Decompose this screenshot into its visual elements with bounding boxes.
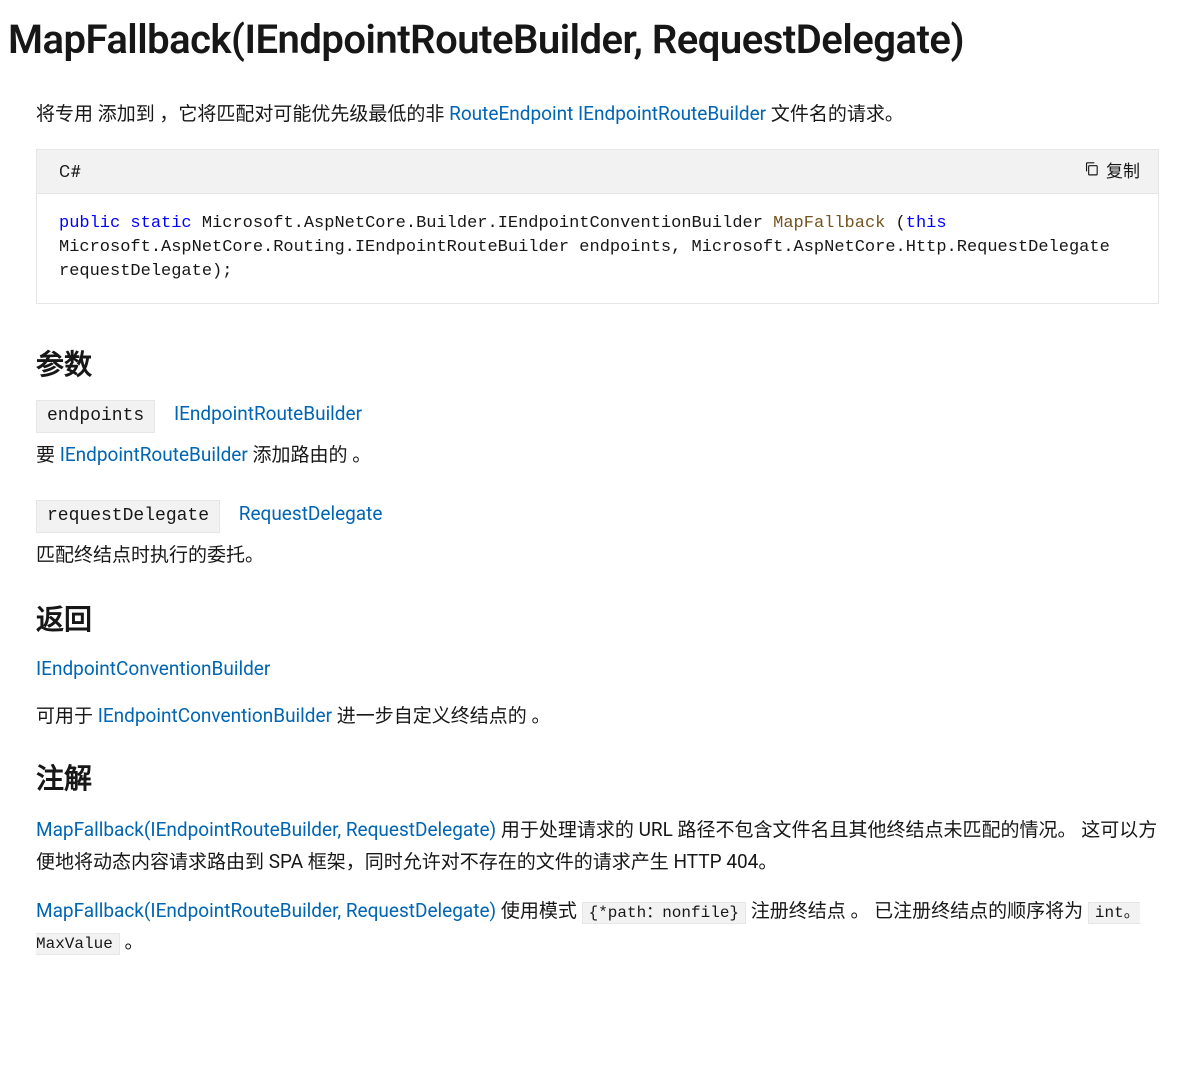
copy-button[interactable]: 复制 <box>1083 160 1140 186</box>
param-endpoints-desc-link[interactable]: IEndpointRouteBuilder <box>60 443 248 466</box>
returns-desc-prefix: 可用于 <box>36 704 98 727</box>
param-endpoints-type-link[interactable]: IEndpointRouteBuilder <box>174 402 362 425</box>
remarks-p1: MapFallback(IEndpointRouteBuilder, Reque… <box>36 814 1159 877</box>
section-returns-heading: 返回 <box>36 599 1159 641</box>
param-requestdelegate-name: requestDelegate <box>36 500 220 533</box>
param-requestdelegate-type-link[interactable]: RequestDelegate <box>239 502 383 525</box>
param-endpoints-name: endpoints <box>36 400 155 433</box>
keyword-public: public <box>59 214 120 233</box>
remarks-p2-text1: 使用模式 <box>496 899 581 922</box>
param-endpoints-desc-suffix: 添加路由的 。 <box>248 443 371 466</box>
returns-desc-link[interactable]: IEndpointConventionBuilder <box>98 704 332 727</box>
returns-type-link[interactable]: IEndpointConventionBuilder <box>36 655 1159 684</box>
method-name: MapFallback <box>773 214 885 233</box>
section-params-heading: 参数 <box>36 344 1159 386</box>
remarks-p1-link[interactable]: MapFallback(IEndpointRouteBuilder, Reque… <box>36 818 496 841</box>
keyword-this: this <box>906 214 947 233</box>
code-content: public static Microsoft.AspNetCore.Build… <box>37 194 1158 303</box>
param-endpoints-line: endpoints IEndpointRouteBuilder <box>36 400 1159 433</box>
returns-desc: 可用于 IEndpointConventionBuilder 进一步自定义终结点… <box>36 702 1159 731</box>
remarks-p2: MapFallback(IEndpointRouteBuilder, Reque… <box>36 895 1159 958</box>
code-header: C# 复制 <box>37 150 1158 195</box>
code-block: C# 复制 public static Microsoft.AspNetCore… <box>36 149 1159 305</box>
code-lang-label: C# <box>59 160 81 186</box>
remarks-p2-text2: 注册终结点 。 已注册终结点的顺序将为 <box>746 899 1088 922</box>
code-seg1: Microsoft.AspNetCore.Builder.IEndpointCo… <box>192 214 774 233</box>
remarks-body: MapFallback(IEndpointRouteBuilder, Reque… <box>36 814 1159 957</box>
route-endpoint-link[interactable]: RouteEndpoint <box>449 102 573 125</box>
code-seg2: ( <box>885 214 905 233</box>
intro-suffix: 文件名的请求。 <box>766 102 904 125</box>
endpoint-route-builder-link[interactable]: IEndpointRouteBuilder <box>578 102 766 125</box>
page-title: MapFallback(IEndpointRouteBuilder, Reque… <box>8 10 1187 70</box>
param-requestdelegate-line: requestDelegate RequestDelegate <box>36 500 1159 533</box>
param-endpoints-desc: 要 IEndpointRouteBuilder 添加路由的 。 <box>36 441 1159 470</box>
section-remarks-heading: 注解 <box>36 758 1159 800</box>
copy-icon <box>1083 160 1100 186</box>
remarks-p2-link[interactable]: MapFallback(IEndpointRouteBuilder, Reque… <box>36 899 496 922</box>
remarks-p2-text3: 。 <box>120 930 144 953</box>
remarks-p2-code1: {*path：nonfile} <box>582 902 746 924</box>
intro-prefix: 将专用 添加到 ，它将匹配对可能优先级最低的非 <box>36 102 449 125</box>
returns-desc-suffix: 进一步自定义终结点的 。 <box>332 704 550 727</box>
param-endpoints-desc-prefix: 要 <box>36 443 60 466</box>
param-requestdelegate-desc: 匹配终结点时执行的委托。 <box>36 541 1159 570</box>
keyword-static: static <box>130 214 191 233</box>
copy-label: 复制 <box>1106 160 1140 186</box>
intro-paragraph: 将专用 添加到 ，它将匹配对可能优先级最低的非 RouteEndpoint IE… <box>36 100 1159 129</box>
